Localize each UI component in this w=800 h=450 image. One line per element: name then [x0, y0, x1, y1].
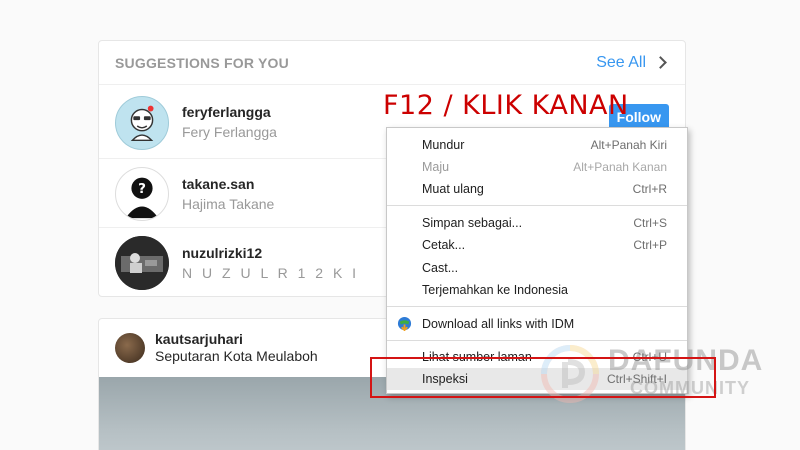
menu-item-shortcut: Ctrl+P — [633, 238, 667, 252]
idm-globe-icon — [397, 316, 412, 331]
menu-item-label: Cetak... — [422, 238, 466, 252]
avatar[interactable] — [115, 236, 169, 290]
menu-item-download-idm[interactable]: Download all links with IDM — [387, 313, 687, 335]
suggestion-username[interactable]: feryferlangga — [182, 104, 277, 121]
avatar[interactable] — [115, 95, 169, 150]
suggestion-fullname: Fery Ferlangga — [182, 124, 277, 140]
see-all-label[interactable]: See All — [596, 54, 646, 72]
menu-item-shortcut: Alt+Panah Kanan — [573, 160, 667, 174]
menu-item-shortcut: Ctrl+S — [633, 216, 667, 230]
suggestions-title: SUGGESTIONS FOR YOU — [115, 54, 289, 71]
post-location[interactable]: Seputaran Kota Meulaboh — [155, 348, 318, 366]
see-all-link[interactable]: See All — [596, 54, 669, 72]
menu-separator — [387, 205, 687, 206]
chevron-right-icon[interactable] — [654, 56, 667, 69]
suggestion-username[interactable]: nuzulrizki12 — [182, 245, 359, 262]
menu-item-shortcut: Alt+Panah Kiri — [590, 138, 667, 152]
menu-item-simpan-sebagai[interactable]: Simpan sebagai... Ctrl+S — [387, 212, 687, 234]
menu-item-shortcut: Ctrl+R — [632, 182, 667, 196]
menu-item-label: Maju — [422, 160, 450, 174]
menu-item-terjemahkan[interactable]: Terjemahkan ke Indonesia — [387, 279, 687, 301]
menu-item-label: Mundur — [422, 138, 465, 152]
suggestion-fullname: Hajima Takane — [182, 195, 275, 212]
suggestions-header: SUGGESTIONS FOR YOU See All — [99, 41, 685, 85]
avatar[interactable]: ? — [115, 167, 169, 221]
avatar[interactable] — [115, 333, 145, 363]
annotation-text: F12 / KLIK KANAN — [383, 90, 629, 121]
menu-item-label: Cast... — [422, 261, 459, 275]
menu-item-label: Terjemahkan ke Indonesia — [422, 283, 568, 297]
menu-item-maju[interactable]: Maju Alt+Panah Kanan — [387, 156, 687, 178]
menu-item-mundur[interactable]: Mundur Alt+Panah Kiri — [387, 134, 687, 156]
suggestion-username[interactable]: takane.san — [182, 176, 274, 193]
menu-item-label: Download all links with IDM — [422, 317, 575, 331]
menu-item-cast[interactable]: Cast... — [387, 257, 687, 279]
svg-text:?: ? — [138, 181, 146, 197]
suggestion-fullname: N U Z U L R 1 2 K I — [182, 264, 360, 281]
menu-item-cetak[interactable]: Cetak... Ctrl+P — [387, 234, 687, 256]
highlight-box — [370, 357, 716, 398]
post-username[interactable]: kautsarjuhari — [155, 331, 318, 349]
menu-item-label: Muat ulang — [422, 182, 484, 196]
menu-separator — [387, 306, 687, 307]
menu-item-muat-ulang[interactable]: Muat ulang Ctrl+R — [387, 178, 687, 200]
menu-item-label: Simpan sebagai... — [422, 216, 523, 230]
